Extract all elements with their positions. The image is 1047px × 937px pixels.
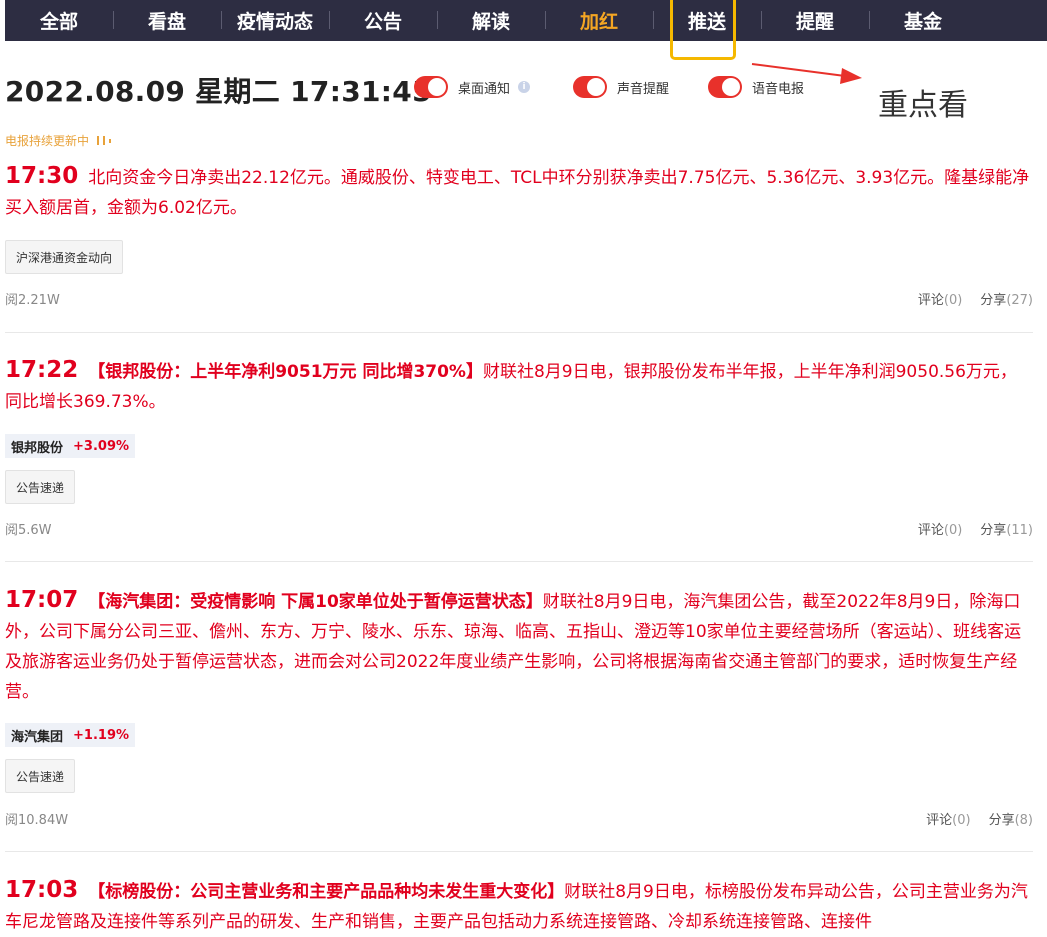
news-time: 17:30: [5, 163, 79, 189]
nav-tab-highlighted[interactable]: 加红: [545, 0, 653, 41]
read-count: 阅2.21W: [5, 293, 60, 308]
stock-name: 海汽集团: [11, 729, 64, 745]
divider: [5, 851, 1033, 852]
nav-tab-announcement[interactable]: 公告: [329, 0, 437, 41]
news-tag-button[interactable]: 沪深港通资金动向: [5, 240, 124, 274]
info-icon[interactable]: i: [518, 81, 531, 93]
comment-link[interactable]: 评论(0): [918, 293, 962, 308]
comment-link[interactable]: 评论(0): [926, 813, 970, 828]
news-headline: 17:30 北向资金今日净卖出22.12亿元。通威股份、特变电工、TCL中环分别获…: [5, 161, 1033, 223]
divider: [5, 332, 1033, 333]
news-body: 北向资金今日净卖出22.12亿元。通威股份、特变电工、TCL中环分别获净卖出7.…: [5, 168, 1030, 218]
news-time: 17:03: [5, 877, 79, 903]
updating-text: 电报持续更新中: [5, 134, 90, 148]
news-headline: 17:22 【银邦股份：上半年净利9051万元 同比增370%】财联社8月9日电，…: [5, 355, 1033, 417]
read-count: 阅5.6W: [5, 523, 52, 538]
nav-tab-epidemic[interactable]: 疫情动态: [221, 0, 329, 41]
stock-quote-tag[interactable]: 银邦股份 +3.09%: [5, 434, 136, 458]
news-actions: 评论(0) 分享(8): [926, 809, 1033, 828]
stock-quote-tag[interactable]: 海汽集团 +1.19%: [5, 723, 136, 747]
news-actions: 评论(0) 分享(11): [918, 519, 1033, 538]
sound-alert-setting: 声音提醒: [573, 74, 669, 100]
current-datetime: 2022.08.09 星期二 17:31:45: [5, 75, 432, 108]
loading-bars-icon: [97, 136, 112, 145]
news-time: 17:22: [5, 357, 79, 383]
toggle-knob: [587, 78, 605, 96]
toggle-knob: [428, 78, 446, 96]
annotation-arrow-icon: [751, 63, 862, 84]
updating-indicator: 电报持续更新中: [5, 132, 112, 149]
sound-alert-label: 声音提醒: [617, 81, 670, 97]
top-nav: 全部 看盘 疫情动态 公告 解读 加红 推送 提醒 基金: [5, 0, 1047, 41]
annotation-text: 重点看: [878, 88, 968, 123]
toggle-knob: [722, 78, 740, 96]
news-time: 17:07: [5, 587, 79, 613]
news-title[interactable]: 【银邦股份：上半年净利9051万元 同比增370%】: [88, 362, 483, 382]
push-tab-highlight-annotation: [670, 0, 736, 60]
nav-tab-reminder[interactable]: 提醒: [761, 0, 869, 41]
share-link[interactable]: 分享(8): [989, 813, 1033, 828]
divider: [5, 561, 1033, 562]
desktop-notify-label: 桌面通知: [458, 81, 511, 97]
stock-change: +3.09%: [73, 438, 130, 454]
news-headline: 17:03 【标榜股份：公司主营业务和主要产品品种均未发生重大变化】财联社8月9日…: [5, 875, 1033, 937]
news-actions: 评论(0) 分享(27): [918, 289, 1033, 308]
read-count: 阅10.84W: [5, 813, 69, 828]
news-tag-button[interactable]: 公告速递: [5, 759, 76, 793]
comment-link[interactable]: 评论(0): [918, 523, 962, 538]
stock-name: 银邦股份: [11, 440, 64, 456]
share-link[interactable]: 分享(27): [980, 293, 1033, 308]
nav-tab-all[interactable]: 全部: [5, 0, 113, 41]
nav-tab-analysis[interactable]: 解读: [437, 0, 545, 41]
desktop-notify-setting: 桌面通知 i: [414, 74, 531, 100]
desktop-notify-toggle[interactable]: [414, 76, 448, 98]
nav-tab-fund[interactable]: 基金: [869, 0, 977, 41]
news-tag-button[interactable]: 公告速递: [5, 470, 76, 504]
nav-tab-market[interactable]: 看盘: [113, 0, 221, 41]
sound-alert-toggle[interactable]: [573, 76, 607, 98]
news-headline: 17:07 【海汽集团：受疫情影响 下属10家单位处于暂停运营状态】财联社8月9日…: [5, 585, 1033, 707]
stock-change: +1.19%: [73, 727, 130, 743]
news-title[interactable]: 【海汽集团：受疫情影响 下属10家单位处于暂停运营状态】: [88, 592, 543, 612]
share-link[interactable]: 分享(11): [980, 523, 1033, 538]
voice-telegram-toggle[interactable]: [708, 76, 742, 98]
news-title[interactable]: 【标榜股份：公司主营业务和主要产品品种均未发生重大变化】: [88, 882, 564, 902]
